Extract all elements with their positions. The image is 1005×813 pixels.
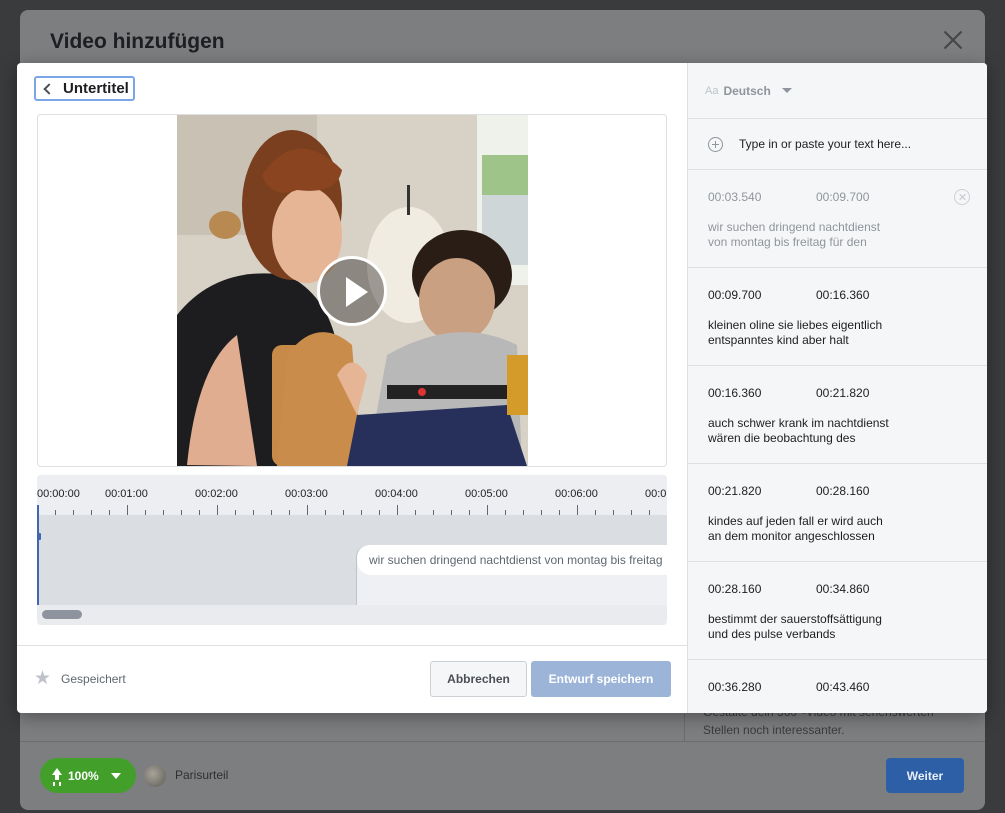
cue-text[interactable]: kindes auf jeden fall er wird auch an de… [708,514,908,544]
back-button[interactable]: Untertitel [34,76,135,101]
next-button[interactable]: Weiter [886,758,964,793]
close-icon[interactable] [941,28,965,52]
timeline-tick [307,505,308,515]
caption-cue[interactable]: 00:16.360 00:21.820 auch schwer krank im n… [688,366,987,464]
timeline-tick [127,505,128,515]
cue-start-time[interactable]: 00:03.540 [708,190,816,204]
cue-end-time[interactable]: 00:43.460 [816,680,924,694]
caption-cue[interactable]: 00:09.700 00:16.360 kleinen oline sie lieb… [688,268,987,366]
cue-start-time[interactable]: 00:09.700 [708,288,816,302]
playhead-handle[interactable] [37,533,41,540]
editor-title: Untertitel [63,80,129,97]
playhead[interactable] [37,505,41,605]
caption-text-input[interactable] [739,137,969,151]
caption-cue[interactable]: 00:03.540 00:09.700 wir suchen dringend na… [688,170,987,268]
page-avatar [144,765,166,787]
timeline-tick-label: 00:0 [645,488,667,500]
cue-text[interactable]: kleinen oline sie liebes eigentlich ents… [708,318,908,348]
timeline-tick [577,505,578,515]
caret-down-icon [781,88,792,93]
cue-times: 00:28.160 00:34.860 [708,582,987,596]
caption-cue[interactable]: 00:21.820 00:28.160 kindes auf jeden fall … [688,464,987,562]
timeline-subtitle-cue[interactable]: wir suchen dringend nachtdienst von mont… [356,545,667,605]
caption-cue[interactable]: 00:36.280 00:43.460 [688,660,987,713]
cue-text[interactable]: auch schwer krank im nachtdienst wären d… [708,416,908,446]
font-icon: Aa [705,84,719,97]
subtitle-editor-main: Untertitel 00:00:00 00:01:00 00:02:00 00… [17,63,687,713]
timeline-tick-label: 00:06:00 [555,488,598,500]
upload-progress-label: 100% [68,768,99,783]
save-status: ★ Gespeichert [34,669,126,688]
dialog-title: Video hinzufügen [50,30,225,53]
divider [20,741,985,742]
play-button[interactable] [317,256,387,326]
timeline-tick-label: 00:04:00 [375,488,418,500]
cue-text[interactable]: wir suchen dringend nachtdienst von mont… [708,220,908,250]
cue-start-time[interactable]: 00:36.280 [708,680,816,694]
editor-footer: ★ Gespeichert Abbrechen Entwurf speicher… [17,645,687,713]
add-caption-row [688,119,987,170]
cue-end-time[interactable]: 00:16.360 [816,288,924,302]
save-draft-button[interactable]: Entwurf speichern [531,661,671,697]
cue-times: 00:21.820 00:28.160 [708,484,987,498]
cue-end-time[interactable]: 00:09.700 [816,190,924,204]
timeline-subtitle-label: wir suchen dringend nachtdienst von mont… [357,545,667,575]
captions-panel: Aa Deutsch 00:03.54000:09.700wir suchen … [687,63,987,713]
cue-end-time[interactable]: 00:28.160 [816,484,924,498]
scrollbar-thumb[interactable] [42,610,82,619]
timeline-scrollbar[interactable] [37,605,667,625]
timeline-tick [217,505,218,515]
timeline-tick [487,505,488,515]
cue-end-time[interactable]: 00:21.820 [816,386,924,400]
divider [684,710,685,741]
upload-icon [50,767,64,784]
cue-times: 00:09.700 00:16.360 [708,288,987,302]
subtitle-editor-modal: Untertitel 00:00:00 00:01:00 00:02:00 00… [17,63,987,713]
cue-times: 00:03.540 00:09.700 [708,190,987,204]
cue-start-time[interactable]: 00:16.360 [708,386,816,400]
caret-down-icon [110,772,121,779]
timeline-tick-label: 00:00:00 [37,488,80,500]
timeline-ruler: 00:00:00 00:01:00 00:02:00 00:03:00 00:04:00… [37,475,667,515]
timeline-tick [397,505,398,515]
remove-cue-icon[interactable] [954,189,970,205]
subtitle-timeline[interactable]: 00:00:00 00:01:00 00:02:00 00:03:00 00:04:00… [37,475,667,625]
cue-start-time[interactable]: 00:28.160 [708,582,816,596]
cue-end-time[interactable]: 00:34.860 [816,582,924,596]
cue-start-time[interactable]: 00:21.820 [708,484,816,498]
video-preview [37,114,667,467]
language-selector[interactable]: Aa Deutsch [688,63,987,119]
add-circle-icon[interactable] [708,136,723,152]
caption-cue-list: 00:03.540 00:09.700 wir suchen dringend na… [688,170,987,713]
language-label: Deutsch [723,83,771,98]
upload-progress-button[interactable]: 100% [40,758,136,793]
cue-times: 00:16.360 00:21.820 [708,386,987,400]
page-name: Parisurteil [175,768,229,782]
star-icon: ★ [34,668,52,689]
cue-text[interactable]: bestimmt der sauerstoffsättigung und des… [708,612,908,642]
cue-times: 00:36.280 00:43.460 [708,680,987,694]
save-status-label: Gespeichert [61,671,126,686]
chevron-left-icon [43,82,55,95]
timeline-tick-label: 00:02:00 [195,488,238,500]
caption-cue[interactable]: 00:28.160 00:34.860 bestimmt der sauerstof… [688,562,987,660]
timeline-tick-label: 00:01:00 [105,488,148,500]
timeline-tick-label: 00:05:00 [465,488,508,500]
timeline-tick-label: 00:03:00 [285,488,328,500]
cancel-button[interactable]: Abbrechen [430,661,527,697]
